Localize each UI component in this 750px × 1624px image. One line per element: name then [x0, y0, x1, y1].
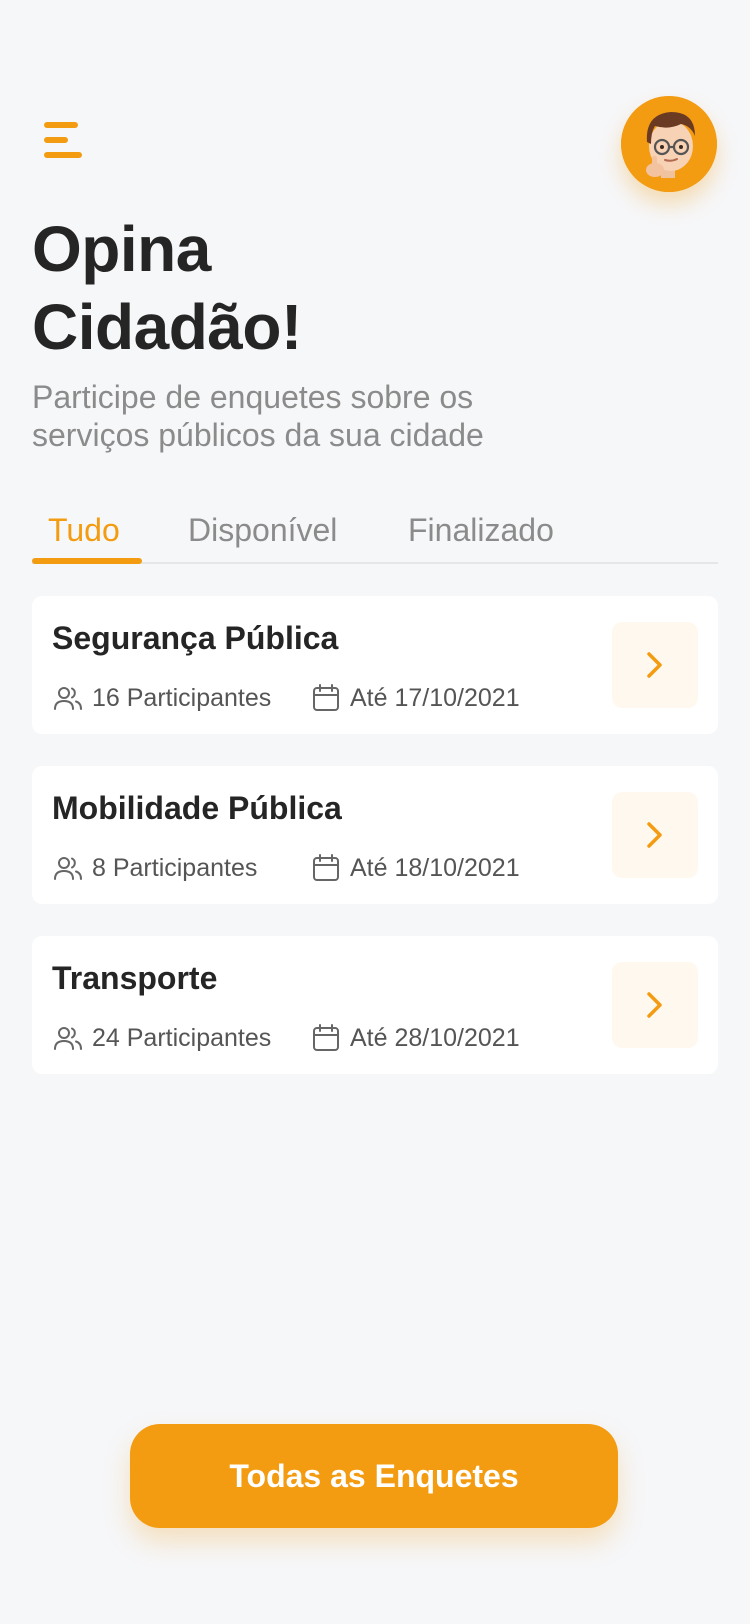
participants-text: 24 Participantes [92, 1023, 272, 1052]
chevron-right-icon [647, 652, 662, 678]
open-poll-button[interactable] [612, 962, 698, 1048]
poll-card[interactable]: Segurança Pública 16 Participantes Até 1… [32, 596, 718, 734]
user-avatar[interactable] [621, 96, 717, 192]
poll-title: Mobilidade Pública [52, 790, 342, 826]
poll-title: Segurança Pública [52, 620, 339, 656]
deadline-text: Até 18/10/2021 [350, 853, 520, 882]
open-poll-button[interactable] [612, 792, 698, 878]
chevron-right-icon [647, 822, 662, 848]
title-line-1: Opina [32, 213, 211, 285]
poll-participants: 8 Participantes [52, 850, 257, 886]
poll-participants: 24 Participantes [52, 1020, 271, 1056]
avatar-illustration-icon [621, 96, 717, 192]
title-line-2: Cidadão! [32, 291, 302, 363]
poll-title: Transporte [52, 960, 218, 996]
all-polls-button[interactable]: Todas as Enquetes [130, 1424, 618, 1528]
users-icon [54, 687, 82, 710]
tab-finalizado[interactable]: Finalizado [408, 510, 554, 550]
page-subtitle: Participe de enquetes sobre os serviços … [32, 379, 484, 453]
chevron-right-icon [647, 992, 662, 1018]
poll-card[interactable]: Transporte 24 Participantes Até 28/10/20… [32, 936, 718, 1074]
poll-deadline: Até 18/10/2021 [310, 850, 520, 886]
poll-deadline: Até 28/10/2021 [310, 1020, 520, 1056]
users-icon [54, 1027, 82, 1050]
hamburger-menu-icon[interactable] [44, 122, 84, 162]
users-icon [54, 857, 82, 880]
poll-card[interactable]: Mobilidade Pública 8 Participantes Até 1… [32, 766, 718, 904]
tab-disponivel[interactable]: Disponível [188, 510, 337, 550]
deadline-text: Até 17/10/2021 [350, 683, 520, 712]
calendar-icon [313, 684, 339, 711]
poll-participants: 16 Participantes [52, 680, 271, 716]
open-poll-button[interactable] [612, 622, 698, 708]
home-screen: Opina Cidadão! Participe de enquetes sob… [0, 0, 750, 1624]
filter-tabs: Tudo Disponível Finalizado [32, 508, 718, 564]
page-title: Opina Cidadão! [32, 210, 632, 366]
tab-tudo[interactable]: Tudo [48, 510, 120, 550]
active-tab-indicator [32, 558, 142, 564]
calendar-icon [313, 1024, 339, 1051]
calendar-icon [313, 854, 339, 881]
deadline-text: Até 28/10/2021 [350, 1023, 520, 1052]
participants-text: 8 Participantes [92, 853, 258, 882]
poll-deadline: Até 17/10/2021 [310, 680, 520, 716]
participants-text: 16 Participantes [92, 683, 272, 712]
